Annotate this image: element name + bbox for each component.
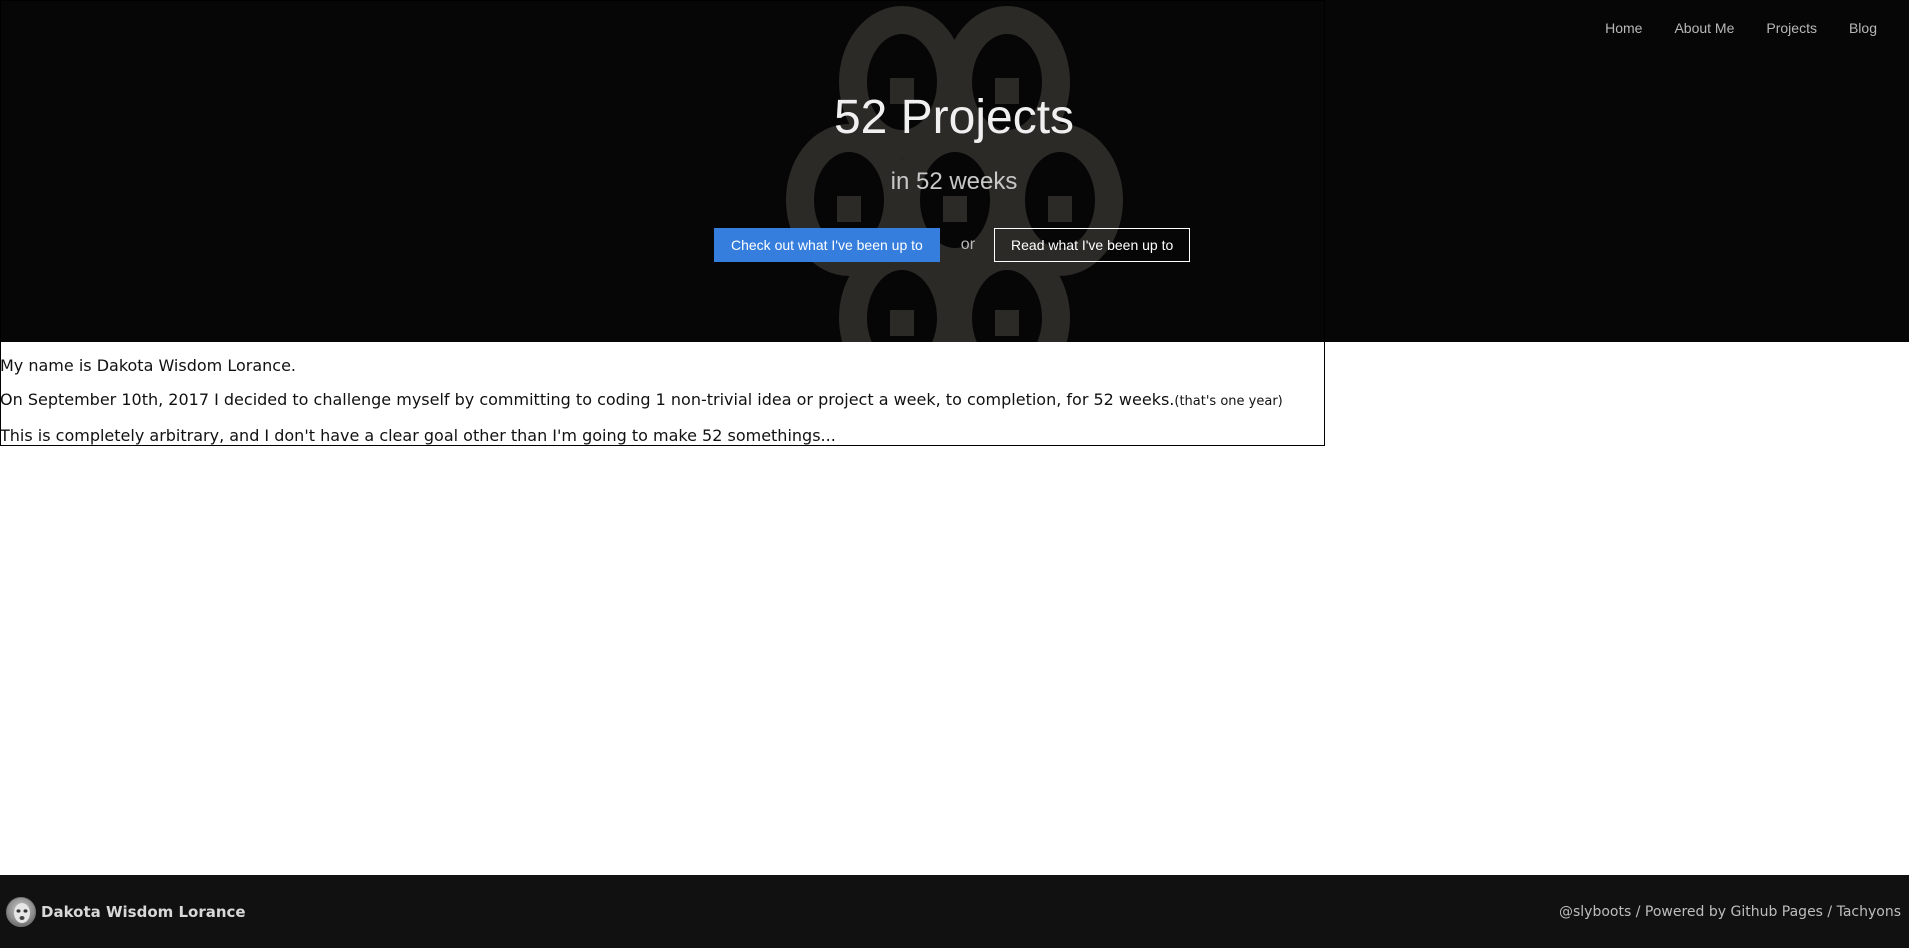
intro-line-challenge: On September 10th, 2017 I decided to cha… [0,390,1283,412]
intro-section: My name is Dakota Wisdom Lorance. On Sep… [0,356,1283,460]
hero-banner: 52 Projects in 52 weeks Check out what I… [0,0,1909,342]
intro-challenge-text: On September 10th, 2017 I decided to cha… [0,390,1175,409]
nav-about-me-link[interactable]: About Me [1674,20,1734,36]
hero-subtitle: in 52 weeks [890,168,1018,195]
hero-actions: Check out what I've been up to or Read w… [714,228,1191,262]
intro-line-arbitrary: This is completely arbitrary, and I don'… [0,426,836,445]
footer-author[interactable]: Dakota Wisdom Lorance [6,897,246,927]
hero-content: 52 Projects in 52 weeks Check out what I… [0,0,1909,342]
read-blog-button[interactable]: Read what I've been up to [994,228,1191,262]
nav-blog-link[interactable]: Blog [1849,20,1877,36]
or-separator: or [960,236,976,253]
intro-line-name: My name is Dakota Wisdom Lorance. [0,356,296,375]
check-out-projects-button[interactable]: Check out what I've been up to [714,228,940,262]
footer-author-name: Dakota Wisdom Lorance [41,903,246,921]
hero-title: 52 Projects [833,91,1075,144]
avatar [6,897,36,927]
nav-projects-link[interactable]: Projects [1766,20,1817,36]
footer-credits[interactable]: @slyboots / Powered by Github Pages / Ta… [1559,904,1901,920]
avatar-face-icon [14,903,30,923]
top-nav: Home About Me Projects Blog [1573,20,1877,36]
intro-challenge-note: (that's one year) [1174,394,1283,409]
nav-home-link[interactable]: Home [1605,20,1642,36]
footer: Dakota Wisdom Lorance @slyboots / Powere… [0,875,1909,948]
